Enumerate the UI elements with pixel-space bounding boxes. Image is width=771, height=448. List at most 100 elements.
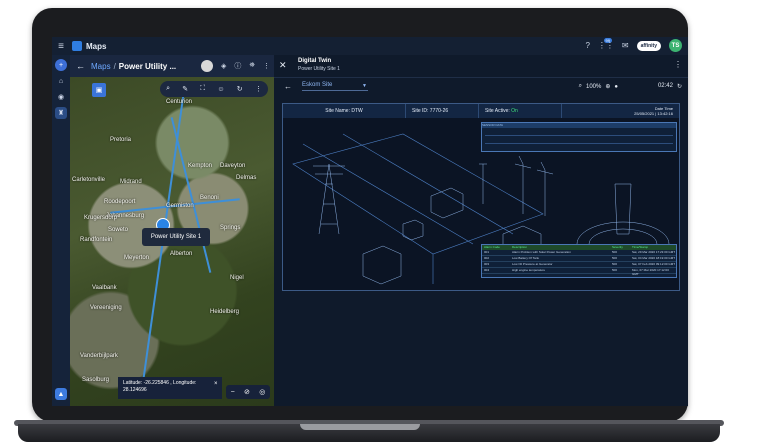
alarm-description: Alarm Problem with Solar Power Generatio… xyxy=(512,250,571,254)
sensor-title: SENSOR DATA xyxy=(482,123,676,128)
emoji-icon[interactable]: ☺ xyxy=(217,86,224,93)
alarm-severity: 500 xyxy=(612,256,618,260)
alarm-code: 004 xyxy=(484,268,490,272)
time-value: 02:42 xyxy=(657,83,673,89)
fullscreen-icon[interactable]: ⛶ xyxy=(200,85,205,93)
digital-twin-icon[interactable]: ♜ xyxy=(55,107,67,119)
town-label: Germiston xyxy=(166,203,194,209)
user-avatar[interactable]: TS xyxy=(669,39,682,52)
breadcrumb-current: Power Utility ... xyxy=(118,61,177,71)
town-label: Randfontein xyxy=(80,237,113,243)
alarm-timestamp: Sat, 04 Mar 2020 18:19:00 GMT xyxy=(632,256,676,260)
town-label: Roodepoort xyxy=(104,199,136,205)
town-label: Vereeniging xyxy=(90,305,122,311)
zoom-out-icon[interactable]: − xyxy=(231,389,235,396)
lightbulb-icon[interactable]: ● xyxy=(614,84,618,90)
close-icon[interactable]: × xyxy=(214,381,218,387)
town-label: Delmas xyxy=(236,175,257,181)
alarm-timestamp: Sat, 29 Mar 2020 17:23:00 GMT xyxy=(632,250,676,254)
apps-grid-icon[interactable]: ⋮⋮ xyxy=(598,41,614,50)
alarm-code: 002 xyxy=(484,256,490,260)
town-label: Vaalbank xyxy=(92,285,117,291)
app-topbar: ≡ Maps 99 ? ⋮⋮ ✉ affinity TS xyxy=(52,37,688,55)
time-display: 02:42 ↻ xyxy=(658,83,682,90)
twin-subtitle: Power Utility Site 1 xyxy=(298,66,340,72)
refresh-icon[interactable]: ↻ xyxy=(237,85,243,93)
town-label: Meyerton xyxy=(124,255,150,261)
alarm-row[interactable]: 004 High engine temperature 500 Mon, 07 … xyxy=(482,268,676,276)
back-arrow-icon[interactable]: ← xyxy=(284,82,292,91)
town-label: Daveyton xyxy=(220,163,246,169)
digital-twin-scene: Site Name: DTW Site ID: 7770-26 Site Act… xyxy=(282,103,680,291)
map-toolbar: ⌕ ✎ ⛶ ☺ ↻ ⋮ xyxy=(160,81,268,97)
zoom-in-icon[interactable]: ⊕ xyxy=(605,83,610,90)
town-label: Heidelberg xyxy=(210,309,240,315)
profile-picture[interactable] xyxy=(201,60,213,72)
town-label: Nigel xyxy=(230,275,244,281)
twin-header: ✕ Digital Twin Power Utility Site 1 ⋮ xyxy=(274,55,688,78)
compass-icon[interactable]: ⊘ xyxy=(244,388,250,396)
alarm-code: 003 xyxy=(484,262,490,266)
alarm-description: Low Battery Of Tank xyxy=(512,256,539,260)
alarm-severity: 500 xyxy=(612,262,618,266)
map-layers-icon[interactable]: ◉ xyxy=(55,91,67,103)
town-label: Pretoria xyxy=(110,137,132,143)
map-mode-icon[interactable]: ▣ xyxy=(92,83,106,97)
app-title: Maps xyxy=(86,41,107,51)
town-label: Springs xyxy=(220,225,241,231)
alarm-description: Low Oil Pressure at Generator xyxy=(512,262,553,266)
menu-icon[interactable]: ≡ xyxy=(52,41,70,52)
app-logo-icon[interactable]: ▲ xyxy=(55,388,67,400)
breadcrumb-separator: / xyxy=(113,61,116,71)
notifications-icon[interactable]: ✉ xyxy=(622,41,629,50)
maps-logo-icon xyxy=(72,41,82,51)
close-icon[interactable]: ✕ xyxy=(279,60,287,71)
zoom-out-icon[interactable]: ⌕ xyxy=(579,83,582,90)
town-label: Centurion xyxy=(166,99,193,105)
town-label: Vanderbijlpark xyxy=(80,353,118,359)
breadcrumb-maps[interactable]: Maps xyxy=(91,62,111,71)
map-controls: − ⊘ ◎ xyxy=(226,385,270,399)
town-label: Midrand xyxy=(120,179,142,185)
map-panel: ← Maps / Power Utility ... ◈ ⓘ ⛯ ⋮ Centu… xyxy=(70,55,274,406)
pin-tooltip: Power Utility Site 1 xyxy=(142,228,210,246)
alarm-table: Alarm Code Description Severity Time/Sta… xyxy=(481,244,677,278)
laptop-screen: ≡ Maps 99 ? ⋮⋮ ✉ affinity TS + ⌂ ◉ ♜ ▲ ←… xyxy=(52,37,688,406)
sensor-row xyxy=(485,130,673,136)
add-icon[interactable]: + xyxy=(55,59,67,71)
sensor-data-table: SENSOR DATA xyxy=(481,122,677,152)
coordinates-popup: Latitude: -26.225846 , Longitude: 28.124… xyxy=(118,377,222,399)
home-icon[interactable]: ⌂ xyxy=(55,75,67,87)
town-label: Benoni xyxy=(200,195,219,201)
town-label: Sasolburg xyxy=(82,377,110,383)
town-label: Alberton xyxy=(170,251,193,257)
draw-icon[interactable]: ✎ xyxy=(182,85,188,93)
laptop-notch xyxy=(300,424,420,430)
twin-title: Digital Twin xyxy=(298,58,332,64)
alarm-code: 001 xyxy=(484,250,490,254)
alarm-description: High engine temperature xyxy=(512,268,546,272)
left-rail: + ⌂ ◉ ♜ ▲ xyxy=(52,55,70,406)
brand-logo: affinity xyxy=(636,40,661,51)
more-icon[interactable]: ⋮ xyxy=(263,62,270,70)
layers-icon[interactable]: ◈ xyxy=(221,62,226,70)
info-icon[interactable]: ⓘ xyxy=(234,61,241,71)
locate-icon[interactable]: ◎ xyxy=(259,388,265,396)
help-icon[interactable]: ? xyxy=(585,41,589,50)
map-header: ← Maps / Power Utility ... ◈ ⓘ ⛯ ⋮ xyxy=(70,55,274,77)
alarm-timestamp: Mon, 07 Mar 2020 17:12:00 GMT xyxy=(632,268,669,276)
town-label: Soweto xyxy=(108,227,129,233)
back-arrow-icon[interactable]: ← xyxy=(76,61,85,71)
marker-icon[interactable]: ⛯ xyxy=(249,62,255,70)
more-icon[interactable]: ⋮ xyxy=(255,85,262,93)
more-icon[interactable]: ⋮ xyxy=(674,60,682,69)
town-label: Kempton xyxy=(188,163,213,169)
alarm-timestamp: Sat, 07 Feb 2020 09:12:00 GMT xyxy=(632,262,676,266)
search-icon[interactable]: ⌕ xyxy=(166,85,170,93)
refresh-icon[interactable]: ↻ xyxy=(677,83,682,90)
zoom-controls: ⌕ 100% ⊕ ● xyxy=(579,83,618,90)
site-select[interactable]: Eskom Site xyxy=(302,82,368,91)
town-label: Krugersdorp xyxy=(84,215,118,221)
town-label: Carletonville xyxy=(72,177,106,183)
chevron-down-icon[interactable]: ▼ xyxy=(362,83,367,89)
